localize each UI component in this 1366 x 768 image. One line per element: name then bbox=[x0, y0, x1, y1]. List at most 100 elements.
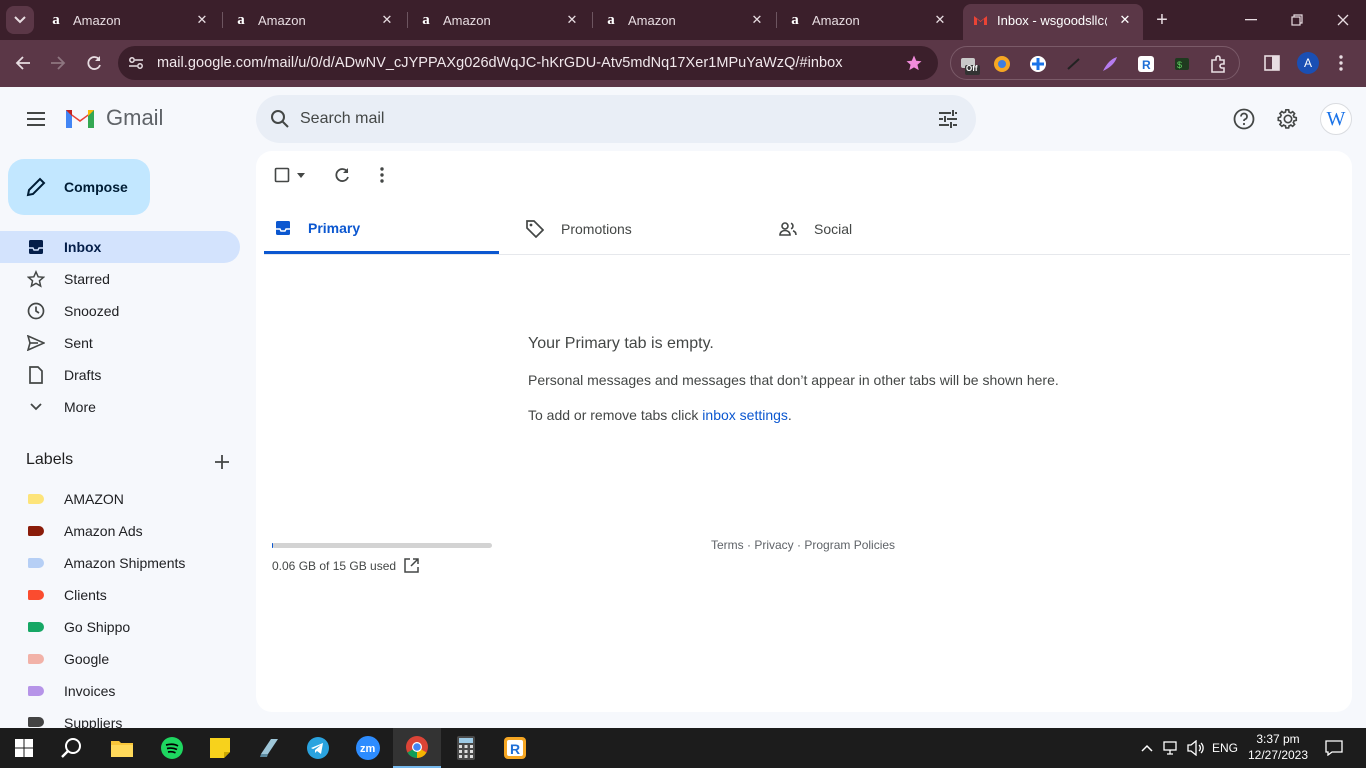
clock[interactable]: 3:37 pm 12/27/2023 bbox=[1245, 731, 1311, 763]
label-amazon[interactable]: AMAZON bbox=[0, 483, 240, 515]
restore-button[interactable] bbox=[1282, 8, 1312, 32]
tab-close-icon[interactable]: ✕ bbox=[379, 12, 395, 28]
label-go-shippo[interactable]: Go Shippo bbox=[0, 611, 240, 643]
settings-gear-icon[interactable] bbox=[1274, 105, 1302, 133]
privacy-link[interactable]: Privacy bbox=[754, 538, 793, 552]
browser-tab-5[interactable]: a Amazon ✕ bbox=[787, 0, 948, 40]
browser-tab-3[interactable]: a Amazon ✕ bbox=[418, 0, 580, 40]
nav-inbox[interactable]: Inbox bbox=[0, 231, 240, 263]
profile-avatar[interactable]: A bbox=[1297, 52, 1319, 74]
label-suppliers[interactable]: Suppliers bbox=[0, 707, 240, 728]
back-button[interactable] bbox=[10, 50, 36, 76]
nav-snoozed[interactable]: Snoozed bbox=[0, 295, 240, 327]
close-window-button[interactable] bbox=[1328, 8, 1358, 32]
tab-search-button[interactable] bbox=[6, 6, 34, 34]
inbox-tab-icon bbox=[274, 219, 292, 237]
tab-title: Amazon bbox=[258, 12, 306, 28]
browser-tab-6-active[interactable]: Inbox - wsgoodsllc@ ✕ bbox=[972, 0, 1133, 40]
search-icon[interactable] bbox=[268, 107, 292, 131]
compose-button[interactable]: Compose bbox=[8, 159, 150, 215]
tab-social[interactable]: Social bbox=[770, 204, 1005, 254]
search-input[interactable]: Search mail bbox=[300, 110, 384, 128]
tab-close-icon[interactable]: ✕ bbox=[932, 12, 948, 28]
browser-tab-strip: a Amazon ✕ a Amazon ✕ a Amazon ✕ a Amazo… bbox=[0, 0, 1366, 40]
svg-text:$: $ bbox=[1177, 60, 1182, 70]
help-icon[interactable] bbox=[1230, 105, 1258, 133]
extension-off-icon[interactable]: Off bbox=[957, 53, 981, 75]
browser-tab-1[interactable]: a Amazon ✕ bbox=[48, 0, 210, 40]
extension-blue-icon[interactable] bbox=[1029, 55, 1047, 73]
label-invoices[interactable]: Invoices bbox=[0, 675, 240, 707]
tab-close-icon[interactable]: ✕ bbox=[749, 12, 765, 28]
zoom-icon[interactable]: zm bbox=[344, 728, 392, 768]
calculator-icon[interactable] bbox=[442, 728, 490, 768]
tab-label: Primary bbox=[308, 219, 361, 236]
extension-feather-icon[interactable] bbox=[1101, 55, 1119, 73]
volume-icon[interactable] bbox=[1184, 728, 1208, 768]
tab-label: Promotions bbox=[561, 221, 632, 237]
label-google[interactable]: Google bbox=[0, 643, 240, 675]
terms-link[interactable]: Terms bbox=[711, 538, 744, 552]
nav-drafts[interactable]: Drafts bbox=[0, 359, 240, 391]
nav-sent[interactable]: Sent bbox=[0, 327, 240, 359]
nav-starred[interactable]: Starred bbox=[0, 263, 240, 295]
tab-primary[interactable]: Primary bbox=[264, 204, 499, 254]
extension-dark-icon[interactable] bbox=[1065, 55, 1083, 73]
storage-bar-fill bbox=[272, 543, 273, 548]
tab-title: Amazon bbox=[73, 12, 121, 28]
account-avatar[interactable]: W bbox=[1320, 103, 1352, 135]
tab-close-icon[interactable]: ✕ bbox=[564, 12, 580, 28]
reload-button[interactable] bbox=[81, 50, 107, 76]
site-info-icon[interactable] bbox=[128, 55, 144, 71]
add-label-icon[interactable] bbox=[210, 450, 234, 474]
browser-tab-2[interactable]: a Amazon ✕ bbox=[233, 0, 395, 40]
forward-button[interactable] bbox=[45, 50, 71, 76]
windows-start-icon[interactable] bbox=[0, 728, 48, 768]
notepad-icon[interactable] bbox=[245, 728, 293, 768]
r-app-icon[interactable]: R bbox=[491, 728, 539, 768]
label-name: Go Shippo bbox=[64, 619, 131, 635]
notifications-icon[interactable] bbox=[1318, 728, 1350, 768]
bookmark-star-icon[interactable] bbox=[904, 53, 924, 73]
minimize-button[interactable] bbox=[1236, 8, 1266, 32]
extensions-puzzle-icon[interactable] bbox=[1209, 54, 1229, 74]
language-indicator[interactable]: ENG bbox=[1209, 728, 1241, 768]
program-policies-link[interactable]: Program Policies bbox=[804, 538, 895, 552]
storage-used-text: 0.06 GB of 15 GB used bbox=[272, 559, 397, 573]
more-options-icon[interactable] bbox=[370, 163, 394, 187]
nav-label: Drafts bbox=[64, 367, 102, 383]
extension-r-icon[interactable]: R bbox=[1137, 55, 1155, 73]
label-amazon-shipments[interactable]: Amazon Shipments bbox=[0, 547, 240, 579]
sticky-notes-icon[interactable] bbox=[196, 728, 244, 768]
network-icon[interactable] bbox=[1160, 728, 1184, 768]
chrome-taskbar-icon[interactable] bbox=[393, 728, 441, 768]
telegram-icon[interactable] bbox=[294, 728, 342, 768]
search-bar[interactable]: Search mail bbox=[256, 95, 976, 143]
label-clients[interactable]: Clients bbox=[0, 579, 240, 611]
select-all-checkbox[interactable] bbox=[272, 165, 292, 185]
chevron-down-icon bbox=[26, 397, 46, 417]
side-panel-icon[interactable] bbox=[1261, 52, 1283, 74]
inbox-settings-link[interactable]: inbox settings bbox=[702, 407, 788, 423]
chrome-menu-icon[interactable] bbox=[1330, 52, 1352, 74]
new-tab-button[interactable]: + bbox=[1150, 8, 1174, 32]
nav-more[interactable]: More bbox=[0, 391, 240, 423]
refresh-icon[interactable] bbox=[330, 163, 354, 187]
tab-close-icon[interactable]: ✕ bbox=[1117, 12, 1133, 28]
file-explorer-icon[interactable] bbox=[98, 728, 146, 768]
select-dropdown-icon[interactable] bbox=[294, 168, 308, 182]
tab-promotions[interactable]: Promotions bbox=[517, 204, 752, 254]
open-external-icon[interactable] bbox=[402, 556, 420, 574]
show-hidden-icons-chevron[interactable] bbox=[1136, 728, 1158, 768]
extension-orange-icon[interactable] bbox=[993, 55, 1011, 73]
main-menu-icon[interactable] bbox=[22, 105, 50, 133]
address-bar[interactable]: mail.google.com/mail/u/0/d/ADwNV_cJYPPAX… bbox=[118, 46, 938, 80]
gmail-logo[interactable]: Gmail bbox=[64, 105, 163, 131]
spotify-icon[interactable] bbox=[148, 728, 196, 768]
search-options-icon[interactable] bbox=[936, 107, 960, 131]
tab-close-icon[interactable]: ✕ bbox=[194, 12, 210, 28]
label-amazon-ads[interactable]: Amazon Ads bbox=[0, 515, 240, 547]
taskbar-search-icon[interactable] bbox=[48, 728, 96, 768]
browser-tab-4[interactable]: a Amazon ✕ bbox=[603, 0, 765, 40]
extension-green-icon[interactable]: $ bbox=[1173, 55, 1191, 73]
